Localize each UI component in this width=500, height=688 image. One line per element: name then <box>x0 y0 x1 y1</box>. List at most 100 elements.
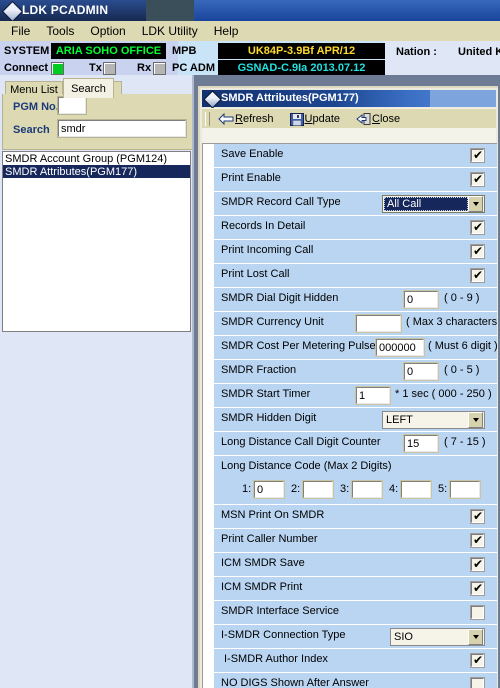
smdr-start-timer-input[interactable]: 1 <box>355 386 391 405</box>
toolbar-grip[interactable] <box>205 112 210 126</box>
smdr-record-call-type-combo[interactable]: All Call <box>382 195 485 213</box>
tx-label: Tx <box>89 62 102 74</box>
pgm-no-input[interactable] <box>57 96 87 115</box>
icm-smdr-print-checkbox[interactable]: ✔ <box>470 581 485 596</box>
menu-option[interactable]: Option <box>83 23 132 39</box>
titlebar-segment-right <box>194 0 500 21</box>
update-label: Update <box>305 113 340 125</box>
row-hint: ( 0 - 9 ) <box>444 292 480 304</box>
window-diamond-icon <box>203 90 222 109</box>
menu-file[interactable]: File <box>4 23 37 39</box>
list-item[interactable]: SMDR Attributes(PGM177) <box>3 165 190 178</box>
check-mark-icon: ✔ <box>473 244 484 258</box>
tx-led <box>103 62 116 75</box>
sidebar: Menu List Search PGM No. Search smdr SMD… <box>0 75 194 688</box>
ldc-input-3[interactable] <box>351 480 383 499</box>
mdi-client-area: SMDR Attributes(PGM177) Refresh Update C… <box>194 75 500 688</box>
row-records-in-detail: Records In Detail ✔ <box>214 216 497 239</box>
smdr-dial-digit-hidden-input[interactable]: 0 <box>403 290 439 309</box>
row-label: SMDR Interface Service <box>221 605 339 617</box>
system-label: SYSTEM <box>4 45 50 57</box>
row-i-smdr-connection-type: I-SMDR Connection Type SIO <box>214 625 497 648</box>
ldc-input-5[interactable] <box>449 480 481 499</box>
close-label-rest: lose <box>379 113 401 125</box>
row-label: Print Lost Call <box>221 268 290 280</box>
row-label: Print Enable <box>221 172 281 184</box>
update-button[interactable]: Update <box>286 110 344 128</box>
refresh-accel: R <box>235 113 243 125</box>
search-results-list[interactable]: SMDR Account Group (PGM124) SMDR Attribu… <box>2 151 191 332</box>
i-smdr-connection-type-combo[interactable]: SIO <box>390 628 485 646</box>
chevron-down-icon[interactable] <box>468 196 483 212</box>
row-hint: ( 7 - 15 ) <box>444 436 486 448</box>
print-lost-call-checkbox[interactable]: ✔ <box>470 268 485 283</box>
row-label: I-SMDR Connection Type <box>221 629 346 641</box>
smdr-interface-service-checkbox[interactable] <box>470 605 485 620</box>
titlebar: LDK PCADMIN <box>0 0 500 23</box>
check-mark-icon: ✔ <box>473 172 484 186</box>
update-label-rest: pdate <box>312 113 341 125</box>
ldc-input-1[interactable]: 0 <box>253 480 285 499</box>
check-mark-icon: ✔ <box>473 220 484 234</box>
chevron-down-icon[interactable] <box>468 412 483 428</box>
row-smdr-cost-per-metering-pulse: SMDR Cost Per Metering Pulse 000000 ( Mu… <box>214 336 498 359</box>
ldc-input-4[interactable] <box>400 480 432 499</box>
records-in-detail-checkbox[interactable]: ✔ <box>470 220 485 235</box>
search-input[interactable]: smdr <box>57 119 187 138</box>
row-smdr-hidden-digit: SMDR Hidden Digit LEFT <box>214 408 497 431</box>
smdr-cost-per-metering-pulse-input[interactable]: 000000 <box>375 338 425 357</box>
chevron-down-icon[interactable] <box>468 629 483 645</box>
child-window-client: Save Enable ✔ Print Enable ✔ SMDR Record… <box>202 128 500 688</box>
menu-ldk-utility[interactable]: LDK Utility <box>135 23 205 39</box>
application-window: LDK PCADMIN File Tools Option LDK Utilit… <box>0 0 500 688</box>
combo-value: All Call <box>384 197 468 211</box>
row-label: SMDR Hidden Digit <box>221 412 317 424</box>
print-incoming-call-checkbox[interactable]: ✔ <box>470 244 485 259</box>
menu-tools[interactable]: Tools <box>39 23 81 39</box>
close-label: Close <box>372 113 400 125</box>
row-label: ICM SMDR Save <box>221 557 305 569</box>
smdr-hidden-digit-combo[interactable]: LEFT <box>382 411 485 429</box>
i-smdr-author-index-checkbox[interactable]: ✔ <box>470 653 485 668</box>
row-label: SMDR Dial Digit Hidden <box>221 292 339 304</box>
titlebar-segment-mid <box>146 0 194 21</box>
long-distance-call-digit-counter-input[interactable]: 15 <box>403 434 439 453</box>
left-arrow-icon <box>218 112 234 126</box>
row-hint: ( Max 3 characters ) <box>406 316 500 328</box>
no-digs-shown-after-answer-checkbox[interactable] <box>470 677 485 688</box>
attribute-rows: Save Enable ✔ Print Enable ✔ SMDR Record… <box>214 144 500 688</box>
close-accel: C <box>372 113 380 125</box>
row-hint: ( 0 - 5 ) <box>444 364 480 376</box>
system-value: ARIA SOHO OFFICE <box>51 43 166 59</box>
mpb-label: MPB <box>172 45 197 57</box>
icm-smdr-save-checkbox[interactable]: ✔ <box>470 557 485 572</box>
ldc-input-2[interactable] <box>302 480 334 499</box>
save-enable-checkbox[interactable]: ✔ <box>470 148 485 163</box>
row-label: SMDR Cost Per Metering Pulse <box>221 340 376 352</box>
smdr-currency-unit-input[interactable] <box>355 314 402 333</box>
check-mark-icon: ✔ <box>473 653 484 667</box>
menubar: File Tools Option LDK Utility Help <box>0 21 500 42</box>
long-distance-code-title: Long Distance Code (Max 2 Digits) <box>221 460 392 472</box>
app-title: LDK PCADMIN <box>22 3 109 17</box>
msn-print-on-smdr-checkbox[interactable]: ✔ <box>470 509 485 524</box>
combo-value: LEFT <box>386 414 413 426</box>
connect-led <box>51 62 64 75</box>
menu-help[interactable]: Help <box>207 23 246 39</box>
tab-search[interactable]: Search <box>63 78 114 98</box>
row-msn-print-on-smdr: MSN Print On SMDR ✔ <box>214 505 497 528</box>
close-button[interactable]: Close <box>352 110 404 128</box>
mpb-value: UK84P-3.9Bf APR/12 <box>218 43 385 59</box>
check-mark-icon: ✔ <box>473 533 484 547</box>
pcadm-value: GSNAD-C.9Ia 2013.07.12 <box>218 60 385 76</box>
print-caller-number-checkbox[interactable]: ✔ <box>470 533 485 548</box>
refresh-button[interactable]: Refresh <box>214 110 278 128</box>
row-long-distance-call-digit-counter: Long Distance Call Digit Counter 15 ( 7 … <box>214 432 497 455</box>
row-label: I-SMDR Author Index <box>224 653 328 665</box>
ldc-index-1: 1: <box>242 483 252 495</box>
check-mark-icon: ✔ <box>473 581 484 595</box>
row-label: Records In Detail <box>221 220 306 232</box>
smdr-fraction-input[interactable]: 0 <box>403 362 439 381</box>
list-item[interactable]: SMDR Account Group (PGM124) <box>3 152 190 165</box>
print-enable-checkbox[interactable]: ✔ <box>470 172 485 187</box>
